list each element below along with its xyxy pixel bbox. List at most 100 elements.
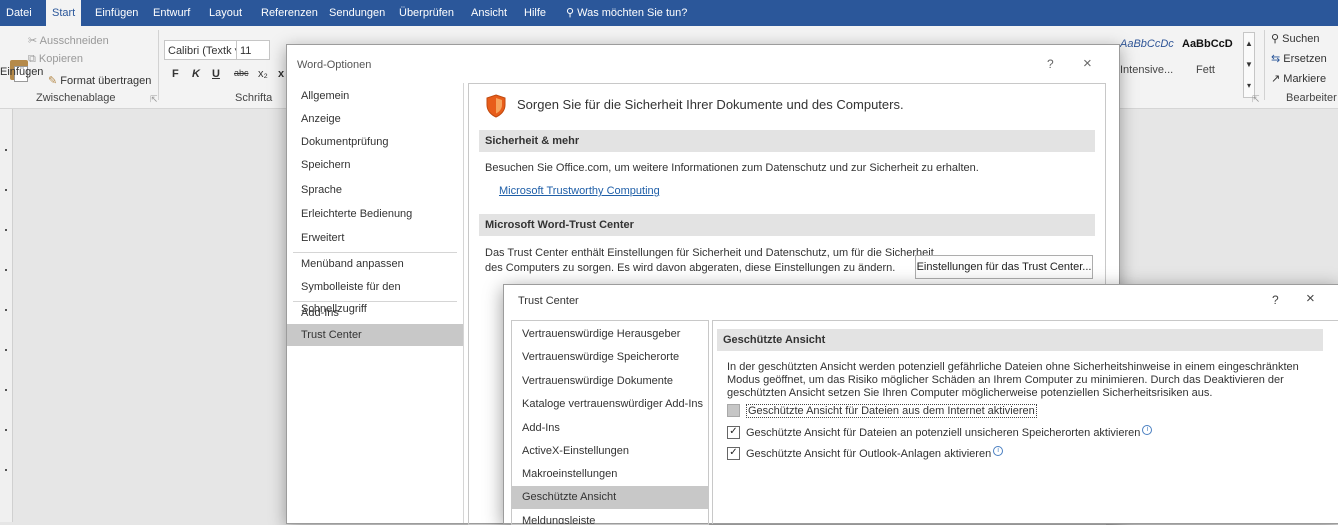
nav-item-add-ins[interactable]: Add-Ins — [287, 302, 463, 324]
replace-button[interactable]: ⇆ Ersetzen — [1271, 52, 1327, 65]
tab-layout[interactable]: Layout — [203, 0, 248, 26]
option-unsafe-locations[interactable]: ✓ Geschützte Ansicht für Dateien an poten… — [727, 425, 1153, 441]
protected-view-description: In der geschützten Ansicht werden potenz… — [727, 361, 1299, 399]
format-painter-label: Format übertragen — [60, 75, 152, 87]
section-text-line1: Das Trust Center enthält Einstellungen f… — [485, 247, 934, 259]
replace-label: Ersetzen — [1283, 53, 1327, 65]
italic-button[interactable]: K — [192, 68, 200, 80]
tab-sendungen[interactable]: Sendungen — [323, 0, 391, 26]
option-label: Geschützte Ansicht für Outlook-Anlagen a… — [746, 448, 992, 460]
nav-item-meldungsleiste[interactable]: Meldungsleiste — [512, 510, 708, 524]
tab-ueberpruefen[interactable]: Überprüfen — [393, 0, 460, 26]
style-intensive[interactable]: AaBbCcDc Intensive... — [1120, 38, 1180, 88]
style-fett-preview: AaBbCcD — [1182, 38, 1233, 50]
style-intensive-preview: AaBbCcDc — [1120, 38, 1174, 50]
tab-referenzen[interactable]: Referenzen — [255, 0, 324, 26]
trust-center-content: Geschützte Ansicht In der geschützten An… — [712, 320, 1338, 524]
nav-item-anzeige[interactable]: Anzeige — [287, 108, 463, 130]
tab-entwurf[interactable]: Entwurf — [147, 0, 196, 26]
option-label: Geschützte Ansicht für Dateien aus dem I… — [746, 404, 1037, 418]
section-header-geschuetzte-ansicht: Geschützte Ansicht — [717, 329, 1323, 351]
tab-datei[interactable]: Datei — [0, 0, 38, 26]
paste-button[interactable]: Einfügen — [0, 66, 43, 78]
search-button[interactable]: ⚲ Suchen — [1271, 32, 1319, 45]
subscript-button[interactable]: x₂ — [258, 68, 268, 80]
nav-item-geschuetzte-ansicht[interactable]: Geschützte Ansicht — [512, 486, 708, 509]
nav-item-activex[interactable]: ActiveX-Einstellungen — [512, 440, 708, 463]
separator — [158, 30, 159, 100]
checkbox-unsafe-locations[interactable]: ✓ — [727, 425, 740, 439]
nav-item-symbolleiste[interactable]: Symbolleiste für den Schnellzugriff — [287, 276, 463, 315]
copy-label: Kopieren — [38, 53, 83, 65]
copy-button[interactable]: ⧉ Kopieren — [28, 53, 83, 66]
nav-item-makro[interactable]: Makroeinstellungen — [512, 463, 708, 486]
option-label: Geschützte Ansicht für Dateien an potenz… — [746, 427, 1141, 439]
nav-item-trust-center[interactable]: Trust Center — [287, 324, 463, 346]
tab-einfuegen[interactable]: Einfügen — [89, 0, 144, 26]
nav-item-add-ins[interactable]: Add-Ins — [512, 417, 708, 440]
nav-item-dokumente[interactable]: Vertrauenswürdige Dokumente — [512, 370, 708, 393]
section-text-line2: des Computers zu sorgen. Es wird davon a… — [485, 262, 896, 274]
close-button[interactable]: × — [1083, 55, 1092, 72]
style-intensive-name: Intensive... — [1120, 64, 1174, 76]
styles-dialog-launcher-icon[interactable]: ⇱ — [1252, 94, 1260, 105]
ribbon-tab-bar: Datei Start Einfügen Entwurf Layout Refe… — [0, 0, 1338, 26]
clipboard-group-label: Zwischenablage — [36, 92, 116, 104]
copy-icon: ⧉ — [28, 53, 39, 65]
trust-center-dialog: Trust Center ? × Vertrauenswürdige Herau… — [503, 284, 1338, 525]
select-button[interactable]: ↗ Markiere — [1271, 72, 1326, 85]
trustworthy-computing-link[interactable]: Microsoft Trustworthy Computing — [499, 185, 660, 197]
underline-button[interactable]: U — [212, 68, 220, 80]
checkbox-outlook-attachments[interactable]: ✓ — [727, 446, 740, 460]
editing-group-label: Bearbeiter — [1286, 92, 1337, 104]
options-nav: Allgemein Anzeige Dokumentprüfung Speich… — [287, 83, 464, 523]
nav-item-kataloge[interactable]: Kataloge vertrauenswürdiger Add-Ins — [512, 393, 708, 416]
help-button[interactable]: ? — [1047, 57, 1054, 71]
option-outlook-attachments[interactable]: ✓ Geschützte Ansicht für Outlook-Anlagen … — [727, 446, 1004, 462]
scissors-icon: ✂ — [28, 35, 40, 47]
format-painter-button[interactable]: ✎ Format übertragen — [48, 74, 151, 87]
nav-item-speichern[interactable]: Speichern — [287, 154, 463, 176]
nav-item-herausgeber[interactable]: Vertrauenswürdige Herausgeber — [512, 323, 708, 346]
trust-center-settings-button[interactable]: Einstellungen für das Trust Center... — [915, 255, 1093, 279]
font-name-value: Calibri (Textk — [168, 45, 232, 57]
option-internet-files[interactable]: Geschützte Ansicht für Dateien aus dem I… — [727, 403, 1037, 419]
styles-scroll[interactable]: ▲ ▼ ▾ — [1243, 32, 1255, 98]
nav-item-dokumentpruefung[interactable]: Dokumentprüfung — [287, 131, 463, 153]
tab-ansicht[interactable]: Ansicht — [465, 0, 513, 26]
nav-item-menueband-anpassen[interactable]: Menüband anpassen — [287, 253, 463, 275]
section-header-trust-center: Microsoft Word-Trust Center — [479, 214, 1095, 236]
info-icon[interactable]: i — [993, 446, 1004, 456]
cursor-icon: ↗ — [1271, 73, 1284, 85]
strikethrough-button[interactable]: abc — [234, 68, 249, 78]
dialog-launcher-icon[interactable]: ⇱ — [150, 94, 158, 105]
shield-icon — [486, 94, 506, 118]
tell-me-search[interactable]: ⚲ Was möchten Sie tun? — [560, 0, 693, 26]
style-fett-name: Fett — [1196, 64, 1215, 76]
font-size-select[interactable]: 11 — [236, 40, 270, 60]
search-icon: ⚲ — [1271, 33, 1283, 45]
superscript-button[interactable]: x — [278, 68, 284, 80]
close-button[interactable]: × — [1306, 290, 1315, 307]
nav-item-erweitert[interactable]: Erweitert — [287, 227, 463, 249]
help-button[interactable]: ? — [1272, 293, 1279, 307]
tab-start[interactable]: Start — [46, 0, 82, 26]
tab-hilfe[interactable]: Hilfe — [518, 0, 552, 26]
select-label: Markiere — [1283, 73, 1327, 85]
cut-button[interactable]: ✂ Ausschneiden — [28, 34, 109, 47]
info-icon[interactable]: i — [1142, 425, 1153, 435]
section-header-sicherheit: Sicherheit & mehr — [479, 130, 1095, 152]
checkbox-internet-files[interactable] — [727, 403, 740, 417]
section-text-sicherheit: Besuchen Sie Office.com, um weitere Info… — [485, 162, 979, 174]
nav-item-sprache[interactable]: Sprache — [287, 179, 463, 201]
brush-icon: ✎ — [48, 75, 61, 87]
separator — [1264, 30, 1265, 100]
style-fett[interactable]: AaBbCcD Fett — [1182, 38, 1242, 88]
dialog-title: Trust Center — [518, 295, 579, 307]
replace-icon: ⇆ — [1271, 53, 1284, 65]
nav-item-allgemein[interactable]: Allgemein — [287, 85, 463, 107]
nav-item-speicherorte[interactable]: Vertrauenswürdige Speicherorte — [512, 346, 708, 369]
nav-item-erleichterte-bedienung[interactable]: Erleichterte Bedienung — [287, 203, 463, 225]
font-group-label: Schrifta — [235, 92, 273, 104]
bold-button[interactable]: F — [172, 68, 179, 80]
